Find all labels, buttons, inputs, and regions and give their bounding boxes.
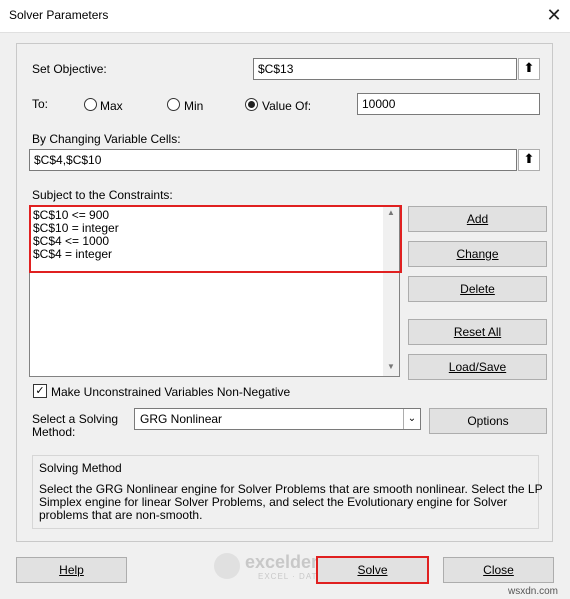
collapse-dialog-icon[interactable]: ⬆ (518, 149, 540, 171)
load-save-button[interactable]: Load/Save (408, 354, 547, 380)
delete-button-label: Delete (460, 282, 495, 296)
solve-highlight (316, 556, 429, 584)
solving-method-text: problems that are non-smooth. (39, 508, 203, 522)
constraints-highlight (29, 205, 402, 273)
add-button-label: Add (466, 212, 489, 226)
window-title: Solver Parameters (9, 8, 109, 22)
value-of-label: Value Of: (262, 99, 312, 113)
solving-method-value: GRG Nonlinear (140, 412, 223, 426)
solving-method-text: Select the GRG Nonlinear engine for Solv… (39, 482, 543, 496)
options-button[interactable]: Options (429, 408, 547, 434)
options-button-label: Options (467, 414, 509, 428)
help-button[interactable]: Help (16, 557, 127, 583)
change-button-label: Change (456, 247, 499, 261)
exceldemy-logo-icon (214, 553, 240, 579)
constraints-label: Subject to the Constraints: (32, 188, 173, 202)
nonnegative-checkbox[interactable]: ✓ (33, 384, 47, 398)
close-button[interactable]: Close (443, 557, 554, 583)
value-of-radio[interactable] (245, 98, 258, 111)
solving-method-text: Simplex engine for linear Solver Problem… (39, 495, 508, 509)
changing-cells-label: By Changing Variable Cells: (32, 132, 181, 146)
solving-method-label-line2: Method: (32, 425, 76, 439)
nonnegative-label: Make Unconstrained Variables Non-Negativ… (51, 385, 291, 399)
min-label: Min (184, 99, 204, 113)
min-radio[interactable] (167, 98, 180, 111)
to-label: To: (32, 97, 49, 111)
add-button[interactable]: Add (408, 206, 547, 232)
changing-cells-input[interactable]: $C$4,$C$10 (29, 149, 517, 171)
solving-method-heading: Solving Method (39, 461, 122, 475)
watermark-site: wsxdn.com (508, 586, 559, 597)
value-of-input[interactable]: 10000 (357, 93, 540, 115)
max-label: Max (100, 99, 123, 113)
max-radio[interactable] (84, 98, 97, 111)
delete-button[interactable]: Delete (408, 276, 547, 302)
help-button-label: Help (59, 563, 84, 577)
scroll-down-icon[interactable]: ▼ (384, 362, 398, 374)
solving-method-select[interactable]: GRG Nonlinear (134, 408, 421, 430)
set-objective-label: Set Objective: (32, 62, 107, 76)
set-objective-input[interactable]: $C$13 (253, 58, 517, 80)
change-button[interactable]: Change (408, 241, 547, 267)
solving-method-label-line1: Select a Solving (32, 412, 119, 426)
close-button-label: Close (483, 563, 514, 577)
load-save-button-label: Load/Save (448, 360, 507, 374)
reset-all-button-label: Reset All (453, 325, 502, 339)
reset-all-button[interactable]: Reset All (408, 319, 547, 345)
chevron-down-icon[interactable]: ⌄ (403, 409, 420, 429)
close-icon[interactable]: ✕ (542, 5, 566, 27)
collapse-dialog-icon[interactable]: ⬆ (518, 58, 540, 80)
